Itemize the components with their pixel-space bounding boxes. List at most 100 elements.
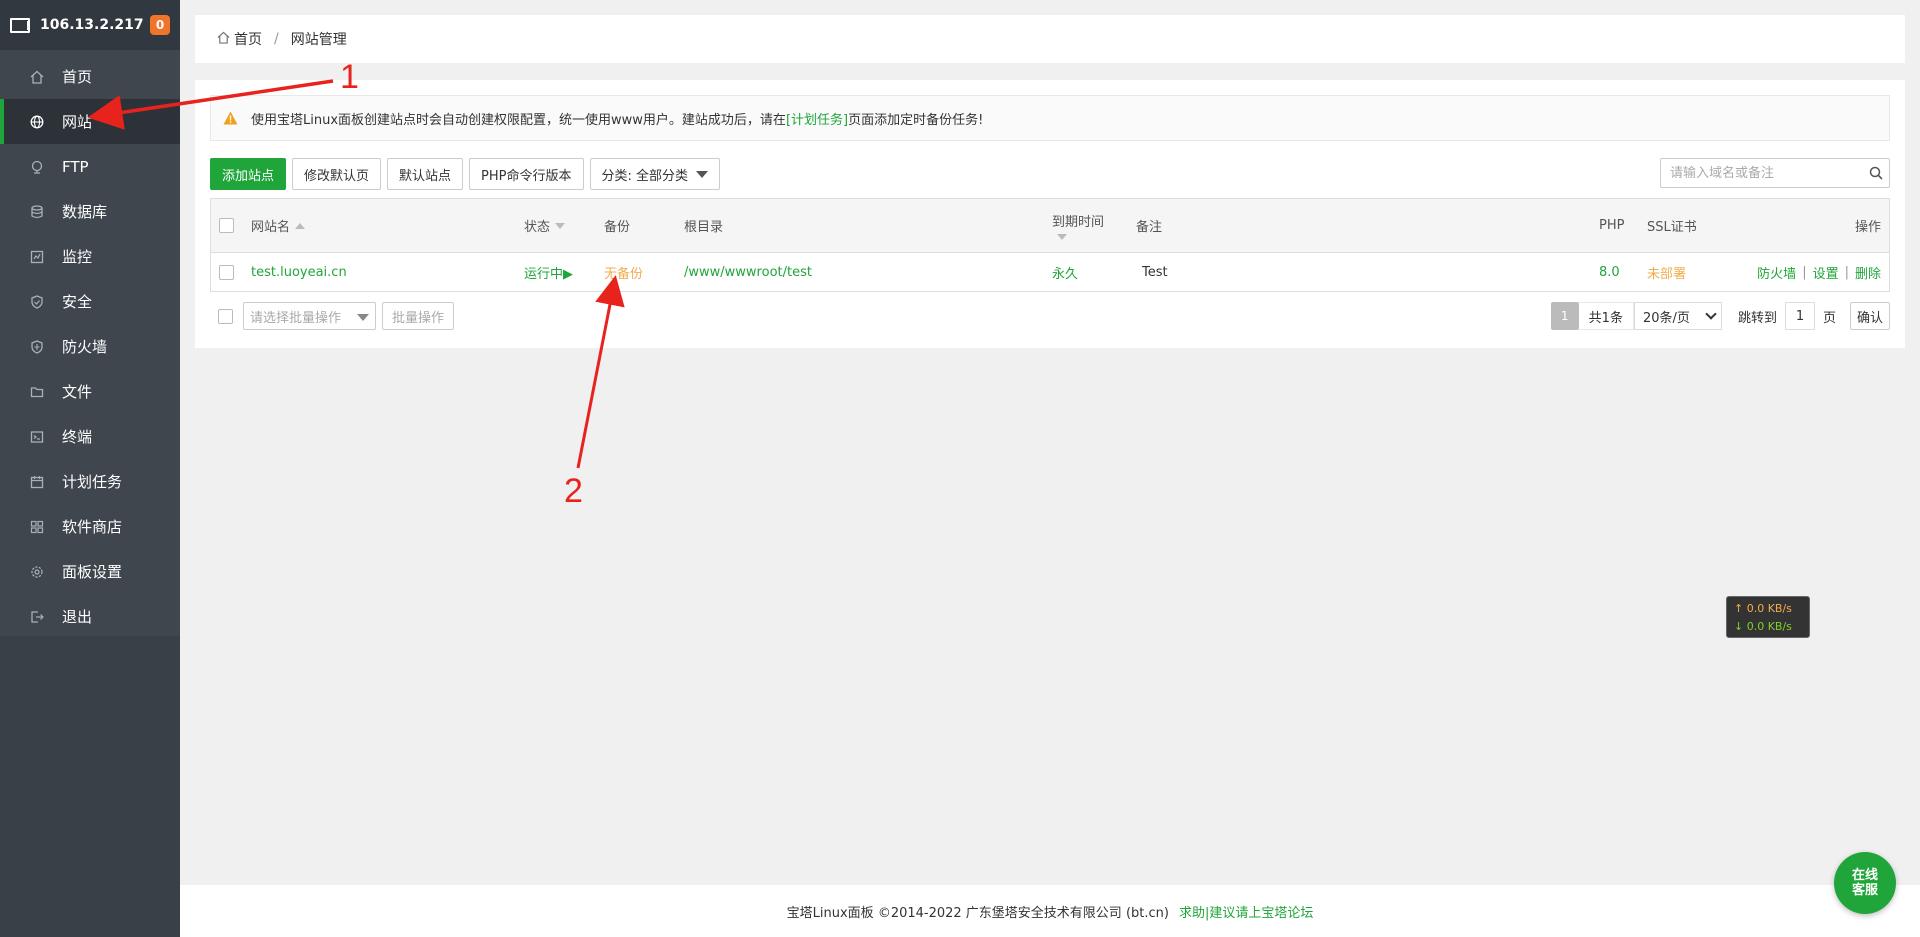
monitor-icon (26, 249, 48, 265)
header-site-name[interactable]: 网站名 (251, 199, 306, 252)
site-ssl-status[interactable]: 未部署 (1647, 253, 1686, 291)
sidebar-item-label: 网站 (62, 113, 93, 131)
sidebar-item-label: FTP (62, 157, 89, 176)
row-select-cell (219, 253, 234, 291)
home-icon (217, 31, 230, 48)
category-dropdown-label: 分类: 全部分类 (601, 168, 689, 184)
service-label-line1: 在线 (1851, 868, 1878, 883)
sidebar-item-label: 退出 (62, 608, 93, 626)
header-ssl: SSL证书 (1647, 199, 1697, 252)
annotation-label-1: 1 (340, 58, 359, 96)
bottom-select-all-checkbox[interactable] (218, 309, 233, 324)
download-speed: ↓ 0.0 KB/s (1734, 620, 1792, 633)
sidebar-item-firewall[interactable]: 防火墙 (0, 324, 180, 369)
notification-badge[interactable]: 0 (150, 15, 170, 35)
site-php-version[interactable]: 8.0 (1599, 253, 1620, 291)
settings-action-link[interactable]: 设置 (1813, 263, 1839, 282)
breadcrumb-home-link[interactable]: 首页 (234, 29, 262, 49)
notice-text-after: 页面添加定时备份任务! (848, 112, 984, 128)
folder-icon (26, 384, 48, 400)
info-notice: 使用宝塔Linux面板创建站点时会自动创建权限配置，统一使用www用户。建站成功… (210, 95, 1890, 141)
jump-page-input[interactable]: 1 (1784, 302, 1815, 330)
firewall-action-link[interactable]: 防火墙 (1757, 263, 1796, 282)
sidebar-item-terminal[interactable]: 终端 (0, 414, 180, 459)
sidebar-item-monitor[interactable]: 监控 (0, 234, 180, 279)
header-root-dir: 根目录 (684, 199, 723, 252)
sort-down-icon (1057, 234, 1067, 240)
table-bottom-bar: 请选择批量操作 批量操作 1 共1条 20条/页 跳转到 1 页 确认 (210, 302, 1890, 332)
site-expire-link[interactable]: 永久 (1052, 253, 1078, 291)
globe-icon (26, 114, 48, 130)
bottom-select-cell (218, 309, 233, 324)
search-icon[interactable] (1863, 159, 1889, 187)
total-count: 共1条 (1578, 302, 1634, 330)
jump-confirm-button[interactable]: 确认 (1849, 302, 1890, 330)
site-status-toggle[interactable]: 运行中▶ (524, 253, 573, 291)
select-all-checkbox[interactable] (219, 218, 234, 233)
sort-down-icon (555, 222, 566, 229)
notice-text-before: 使用宝塔Linux面板创建站点时会自动创建权限配置，统一使用www用户。建站成功… (251, 112, 786, 128)
online-service-button[interactable]: 在线 客服 (1834, 852, 1896, 914)
server-header: 106.13.2.217 0 (0, 0, 180, 50)
row-checkbox[interactable] (219, 264, 234, 280)
sidebar-menu: 首页 网站 FTP 数据库 监控 安全 防火墙 文件 终端 计划任务 软件商店 … (0, 50, 180, 639)
header-remark: 备注 (1136, 199, 1162, 252)
header-status[interactable]: 状态 (524, 199, 566, 252)
batch-operation-select[interactable]: 请选择批量操作 (243, 302, 376, 330)
annotation-label-2: 2 (564, 472, 583, 510)
caret-down-icon (357, 314, 369, 321)
site-table: 网站名 状态 备份 根目录 到期时间 备注 PHP SSL证书 操作 test.… (210, 198, 1890, 292)
batch-operation-button[interactable]: 批量操作 (382, 302, 455, 330)
header-label: 到期时间 (1052, 215, 1105, 230)
sidebar-item-ftp[interactable]: FTP (0, 144, 180, 189)
monitor-icon (10, 18, 30, 33)
sidebar-item-label: 计划任务 (62, 473, 123, 491)
action-separator: | (1844, 264, 1849, 280)
select-all-cell (219, 199, 234, 252)
batch-select-placeholder: 请选择批量操作 (250, 310, 342, 326)
site-name-link[interactable]: test.luoyeai.cn (251, 253, 347, 291)
sidebar-item-label: 安全 (62, 293, 93, 311)
sidebar-item-database[interactable]: 数据库 (0, 189, 180, 234)
shield-icon (26, 294, 48, 310)
site-backup-link[interactable]: 无备份 (604, 253, 643, 291)
sidebar-item-settings[interactable]: 面板设置 (0, 549, 180, 594)
table-header: 网站名 状态 备份 根目录 到期时间 备注 PHP SSL证书 操作 (211, 199, 1889, 253)
edit-default-page-button[interactable]: 修改默认页 (292, 158, 382, 190)
sidebar: 106.13.2.217 0 首页 网站 FTP 数据库 监控 安全 防火墙 文… (0, 0, 180, 937)
default-site-button[interactable]: 默认站点 (387, 158, 464, 190)
sidebar-item-label: 监控 (62, 248, 93, 266)
upload-speed: ↑ 0.0 KB/s (1734, 602, 1792, 615)
sidebar-item-store[interactable]: 软件商店 (0, 504, 180, 549)
ftp-icon (26, 159, 48, 175)
delete-action-link[interactable]: 删除 (1855, 263, 1881, 282)
sidebar-item-website[interactable]: 网站 (0, 99, 180, 144)
breadcrumb-current: 网站管理 (290, 32, 347, 48)
sidebar-item-files[interactable]: 文件 (0, 369, 180, 414)
search-input[interactable] (1661, 160, 1863, 186)
sidebar-item-security[interactable]: 安全 (0, 279, 180, 324)
header-label: SSL证书 (1647, 220, 1697, 235)
site-root-link[interactable]: /www/wwwroot/test (684, 253, 812, 291)
header-label: 备份 (604, 220, 631, 235)
page-1-button[interactable]: 1 (1550, 302, 1579, 330)
add-site-button[interactable]: 添加站点 (210, 158, 287, 190)
category-dropdown[interactable]: 分类: 全部分类 (589, 158, 721, 190)
php-cli-version-button[interactable]: PHP命令行版本 (469, 158, 584, 190)
sidebar-item-label: 软件商店 (62, 518, 123, 536)
site-remark[interactable]: Test (1142, 253, 1168, 291)
forum-link[interactable]: 求助|建议请上宝塔论坛 (1179, 902, 1313, 921)
sidebar-item-cron[interactable]: 计划任务 (0, 459, 180, 504)
breadcrumb-separator: / (274, 31, 279, 47)
header-expire[interactable]: 到期时间 (1052, 199, 1104, 252)
jump-label: 跳转到 (1737, 310, 1777, 326)
cron-task-link[interactable]: [计划任务] (786, 109, 848, 128)
table-row: test.luoyeai.cn 运行中▶ 无备份 /www/wwwroot/te… (211, 253, 1889, 291)
header-php: PHP (1599, 199, 1624, 252)
page-size-select[interactable]: 20条/页 (1633, 302, 1722, 330)
sidebar-item-home[interactable]: 首页 (0, 54, 180, 99)
gear-icon (26, 564, 48, 580)
page-footer: 宝塔Linux面板 ©2014-2022 广东堡塔安全技术有限公司 (bt.cn… (180, 885, 1920, 937)
site-toolbar: 添加站点 修改默认页 默认站点 PHP命令行版本 分类: 全部分类 (210, 158, 726, 190)
sidebar-item-logout[interactable]: 退出 (0, 594, 180, 639)
